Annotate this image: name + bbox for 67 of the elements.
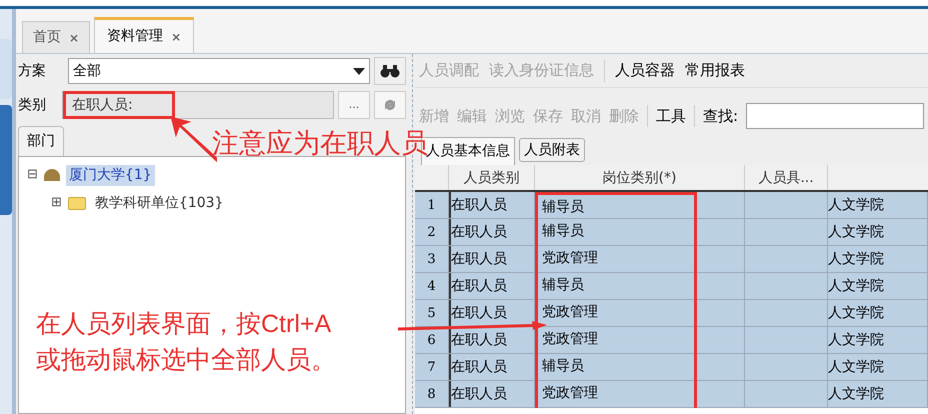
row-number: 3 [415,246,449,272]
side-panel [0,39,12,99]
tab-label: 首页 [33,28,61,47]
table-row[interactable]: 7 在职人员 辅导员 人文学院 [415,354,928,381]
table-cell-text: 党政管理 [541,304,598,320]
table-cell-text: 党政管理 [541,250,598,266]
table-cell-text: 辅导员 [541,277,584,293]
table-cell: 人文学院 [828,246,928,272]
scheme-dropdown[interactable]: 全部 [68,58,370,84]
tree-item[interactable]: 厦门大学{1} [66,164,155,186]
table-cell: 人文学院 [828,381,928,407]
refresh-button[interactable] [374,91,406,119]
table-row[interactable]: 4 在职人员 辅导员 人文学院 [415,273,928,300]
table-row[interactable]: 3 在职人员 党政管理 人文学院 [415,246,928,273]
field-value: 在职人员: [63,91,175,119]
field-label: 类别 [18,96,47,114]
close-icon[interactable]: × [171,28,182,46]
row-number: 2 [415,219,449,245]
caret-icon [353,68,365,74]
tree-item[interactable]: 教学科研单位{103} [92,192,226,214]
search-label: 查找: [703,106,738,127]
table-row[interactable]: 2 在职人员 辅导员 人文学院 [415,219,928,246]
expander-icon[interactable]: ⊞ [51,193,62,213]
field-label: 方案 [18,62,47,80]
table-cell-text: 辅导员 [541,199,584,215]
row-number: 1 [415,192,449,218]
close-icon[interactable]: × [69,28,80,46]
table-cell-text: 辅导员 [541,358,584,374]
table-cell: 在职人员 [449,381,535,407]
row-number: 6 [415,327,449,353]
tab-label: 资料管理 [107,27,164,46]
category-field[interactable]: 在职人员: [62,91,334,119]
tab[interactable]: 资料管理 × [94,17,194,53]
row-number: 7 [415,354,449,380]
expander-icon[interactable]: ⊟ [27,165,38,185]
binoculars-icon [380,64,400,78]
tab[interactable]: 人员附表 [519,138,585,162]
table-cell: 人文学院 [828,273,928,299]
table-cell: 人文学院 [828,354,928,380]
table-row[interactable]: 5 在职人员 党政管理 人文学院 [415,300,928,327]
tab[interactable]: 首页 × [22,21,90,53]
table-row[interactable]: 6 在职人员 党政管理 人文学院 [415,327,928,354]
column-header: 人员具... [745,165,828,190]
row-number: 8 [415,381,449,407]
tab[interactable]: 部门 [18,126,64,156]
table-cell: 人文学院 [828,327,928,353]
table-cell: 人文学院 [828,192,928,218]
folder-icon [68,196,86,210]
column-header: 岗位类别(*) [535,165,745,190]
table-cell-text: 辅导员 [541,223,584,239]
row-number: 4 [415,273,449,299]
table-row[interactable]: 1 在职人员 辅导员 人文学院 [415,192,928,219]
search-field[interactable] [746,103,924,129]
row-number: 5 [415,300,449,326]
table-cell-text: 党政管理 [541,385,598,401]
field-value: 全部 [73,62,101,80]
table-cell: 人文学院 [828,219,928,245]
column-header: 人员类别 [449,165,535,190]
table-row[interactable]: 8 在职人员 党政管理 人文学院 [415,381,928,408]
table-cell-text: 党政管理 [541,331,598,347]
toolbar-button[interactable]: 常用报表 [685,59,745,82]
browse-button[interactable]: ... [338,91,370,119]
toolbar-button[interactable]: 工具 [656,104,686,128]
search-button[interactable] [374,57,406,85]
table-cell: 人文学院 [828,300,928,326]
toolbar-button[interactable]: 人员容器 [615,59,675,82]
annotation-text: 在人员列表界面，按Ctrl+A 或拖动鼠标选中全部人员。 [36,309,336,376]
